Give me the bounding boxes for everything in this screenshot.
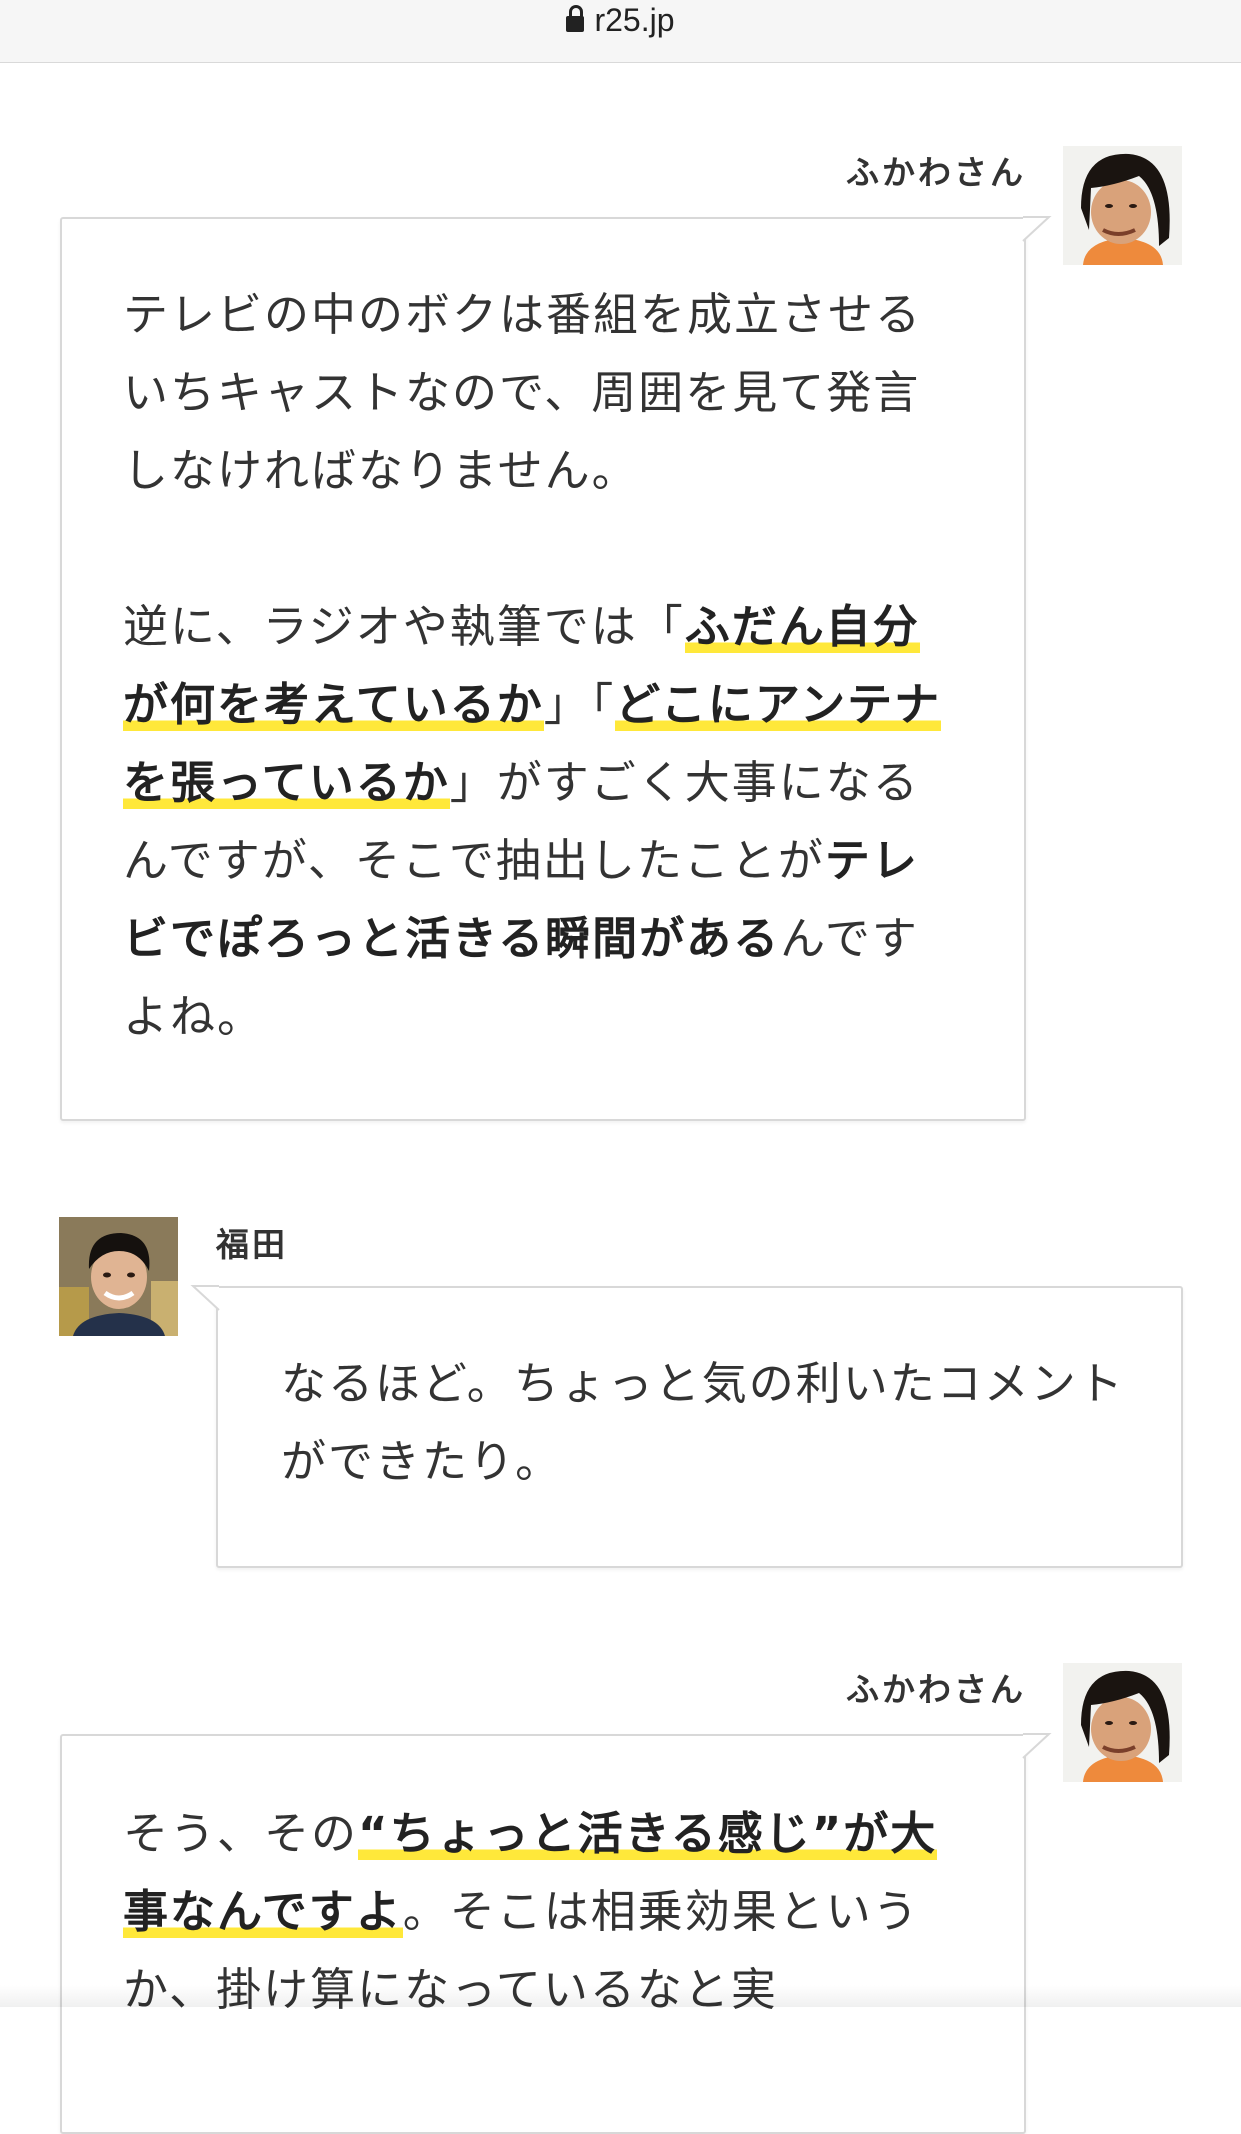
bubble-text: なるほど。ちょっと気の利いたコメントができたり。 — [281, 1345, 1133, 1501]
fukawa-portrait-icon — [1063, 1663, 1182, 1782]
text-segment: テレビの中のボクは番組を成立させるいちキャストなので、周囲を見て発言しなければな… — [123, 288, 923, 497]
text-segment: なるほど。ちょっと気の利いたコメントができたり。 — [281, 1357, 1125, 1488]
url-text: r25.jp — [594, 2, 675, 38]
text-segment: 逆に、ラジオや執筆では「 — [123, 600, 685, 653]
bubble-tail — [1022, 216, 1052, 242]
bubble-tail — [1022, 1733, 1052, 1759]
browser-url-bar[interactable]: r25.jp — [0, 0, 1241, 63]
text-segment: そう、その — [123, 1807, 359, 1860]
url-display[interactable]: r25.jp — [0, 2, 1241, 39]
bubble-text: テレビの中のボクは番組を成立させるいちキャストなので、周囲を見て発言しなければな… — [123, 276, 945, 1056]
paragraph: 逆に、ラジオや執筆では「ふだん自分が何を考えているか」「どこにアンテナを張ってい… — [123, 588, 945, 1056]
bottom-edge-shadow — [0, 1985, 1241, 2007]
text-segment: 」「 — [543, 678, 616, 731]
fukuda-portrait-icon — [59, 1217, 178, 1336]
avatar-fukuda — [59, 1217, 178, 1336]
fukawa-portrait-icon — [1063, 146, 1182, 265]
avatar-fukawa — [1063, 1663, 1182, 1782]
paragraph: テレビの中のボクは番組を成立させるいちキャストなので、周囲を見て発言しなければな… — [123, 276, 945, 510]
speaker-name: 福田 — [216, 1225, 288, 1264]
paragraph: なるほど。ちょっと気の利いたコメントができたり。 — [281, 1345, 1133, 1501]
speaker-name: ふかわさん — [846, 153, 1026, 192]
lock-icon — [566, 5, 585, 32]
bubble-tail — [190, 1285, 220, 1311]
speaker-name: ふかわさん — [846, 1670, 1026, 1709]
avatar-fukawa — [1063, 146, 1182, 265]
